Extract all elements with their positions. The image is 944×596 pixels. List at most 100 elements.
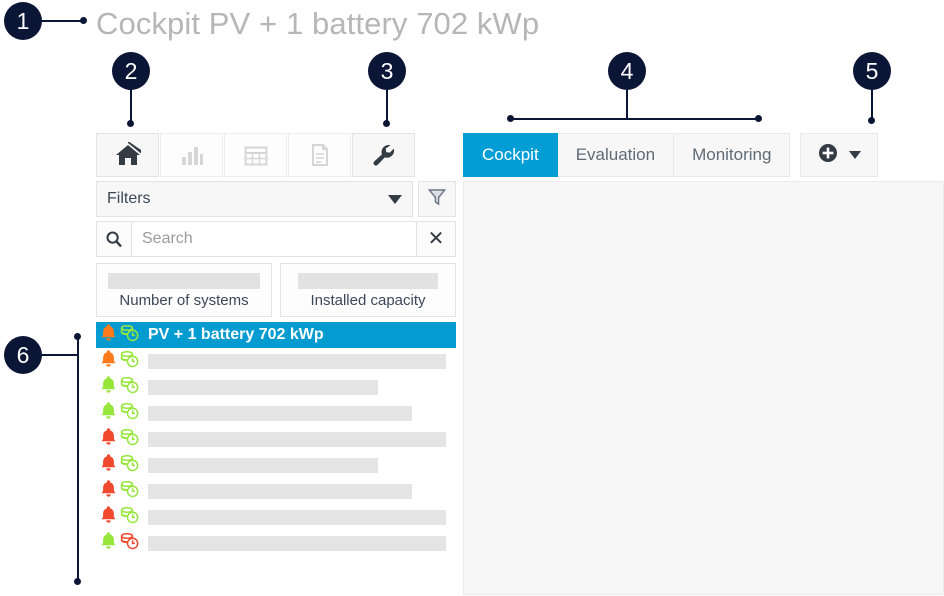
tool-button-configuration[interactable]	[352, 133, 415, 177]
tab-label: Evaluation	[575, 145, 656, 164]
callout-5-dot	[868, 117, 875, 124]
list-item-label: PV + 1 battery 702 kWp	[148, 326, 324, 343]
callout-5-line	[871, 88, 873, 120]
bell-icon	[100, 505, 117, 529]
list-item[interactable]	[96, 374, 456, 400]
database-clock-icon	[120, 428, 139, 451]
filter-funnel-button[interactable]	[418, 181, 456, 217]
wrench-icon	[370, 142, 398, 168]
callout-3-dot	[383, 120, 390, 127]
callout-4-bracket	[510, 118, 758, 120]
callout-6-dot-bottom	[74, 578, 81, 585]
callout-4-dot-right	[755, 115, 762, 122]
system-list: PV + 1 battery 702 kWp	[96, 322, 456, 556]
chevron-down-icon	[388, 194, 402, 204]
database-clock-icon	[120, 402, 139, 425]
stat-value-redacted	[108, 272, 260, 289]
callout-4-line	[626, 88, 628, 119]
database-clock-icon	[120, 480, 139, 503]
callout-3-line	[386, 88, 388, 124]
filters-select-label: Filters	[107, 190, 151, 207]
database-clock-icon	[120, 454, 139, 477]
list-item-label-redacted	[148, 509, 446, 525]
database-clock-icon	[120, 376, 139, 399]
callout-6-dot-top	[74, 333, 81, 340]
database-clock-icon	[120, 324, 139, 347]
callout-2-dot	[127, 120, 134, 127]
list-item-label-redacted	[148, 483, 412, 499]
bell-icon	[100, 453, 117, 477]
filters-select[interactable]: Filters	[96, 181, 413, 217]
tool-button-table[interactable]	[224, 133, 287, 177]
search-input[interactable]	[132, 222, 416, 256]
list-item[interactable]	[96, 452, 456, 478]
close-icon: ✕	[427, 228, 445, 250]
add-menu-button[interactable]	[800, 133, 879, 177]
document-icon	[308, 142, 332, 168]
tool-button-statistics[interactable]	[160, 133, 223, 177]
tab-label: Monitoring	[692, 145, 772, 164]
list-item[interactable]	[96, 426, 456, 452]
callout-6-line	[40, 354, 78, 356]
page-title: Cockpit PV + 1 battery 702 kWp	[96, 6, 540, 41]
bell-icon	[100, 323, 117, 347]
database-clock-icon	[120, 506, 139, 529]
list-item-label-redacted	[148, 379, 378, 395]
callout-4-dot-left	[507, 115, 514, 122]
stat-card-label: Number of systems	[119, 291, 249, 309]
stat-value-redacted	[298, 272, 438, 289]
plus-circle-icon	[817, 142, 839, 169]
tool-button-reports[interactable]	[288, 133, 351, 177]
database-clock-icon	[120, 350, 139, 373]
callout-1: 1	[4, 2, 42, 40]
bell-icon	[100, 531, 117, 555]
list-item[interactable]	[96, 400, 456, 426]
tab-label: Cockpit	[482, 145, 539, 164]
database-clock-icon	[120, 532, 139, 555]
search-clear-button[interactable]: ✕	[416, 222, 455, 256]
bar-chart-icon	[179, 143, 205, 167]
right-panel: Cockpit Evaluation Monitoring	[463, 133, 944, 596]
search-row: ✕	[96, 221, 456, 257]
list-item[interactable]	[96, 348, 456, 374]
filter-funnel-icon	[427, 187, 447, 212]
list-item[interactable]	[96, 504, 456, 530]
list-item-label-redacted	[148, 353, 446, 369]
callout-1-line	[38, 20, 84, 22]
stat-card-installed-capacity[interactable]: Installed capacity	[280, 263, 456, 317]
list-item-label-redacted	[148, 535, 446, 551]
calendar-table-icon	[243, 143, 269, 167]
home-icon	[113, 142, 143, 168]
list-item-label-redacted	[148, 431, 446, 447]
list-item[interactable]: PV + 1 battery 702 kWp	[96, 322, 456, 348]
content-area	[463, 181, 944, 595]
bell-icon	[100, 375, 117, 399]
tab-bar: Cockpit Evaluation Monitoring	[463, 133, 944, 177]
bell-icon	[100, 401, 117, 425]
list-item[interactable]	[96, 478, 456, 504]
callout-4: 4	[608, 52, 646, 90]
callout-2: 2	[112, 52, 150, 90]
bell-icon	[100, 349, 117, 373]
callout-5: 5	[853, 52, 891, 90]
callout-3: 3	[368, 52, 406, 90]
icon-toolbar	[96, 133, 456, 177]
chevron-down-icon	[849, 151, 862, 159]
list-item-label-redacted	[148, 405, 412, 421]
list-item[interactable]	[96, 530, 456, 556]
callout-6-bracket	[77, 336, 79, 582]
callout-1-dot	[80, 17, 87, 24]
left-panel: Filters ✕ Number of sys	[96, 133, 456, 596]
callout-2-line	[130, 88, 132, 124]
tool-button-home[interactable]	[96, 133, 159, 177]
tab-evaluation[interactable]: Evaluation	[557, 133, 675, 177]
search-icon	[97, 222, 132, 256]
stat-card-label: Installed capacity	[310, 291, 426, 309]
list-item-label-redacted	[148, 457, 378, 473]
tab-monitoring[interactable]: Monitoring	[674, 133, 791, 177]
filters-row: Filters	[96, 181, 456, 217]
stat-cards: Number of systems Installed capacity	[96, 263, 456, 317]
stat-card-number-of-systems[interactable]: Number of systems	[96, 263, 272, 317]
bell-icon	[100, 479, 117, 503]
tab-cockpit[interactable]: Cockpit	[463, 133, 558, 177]
